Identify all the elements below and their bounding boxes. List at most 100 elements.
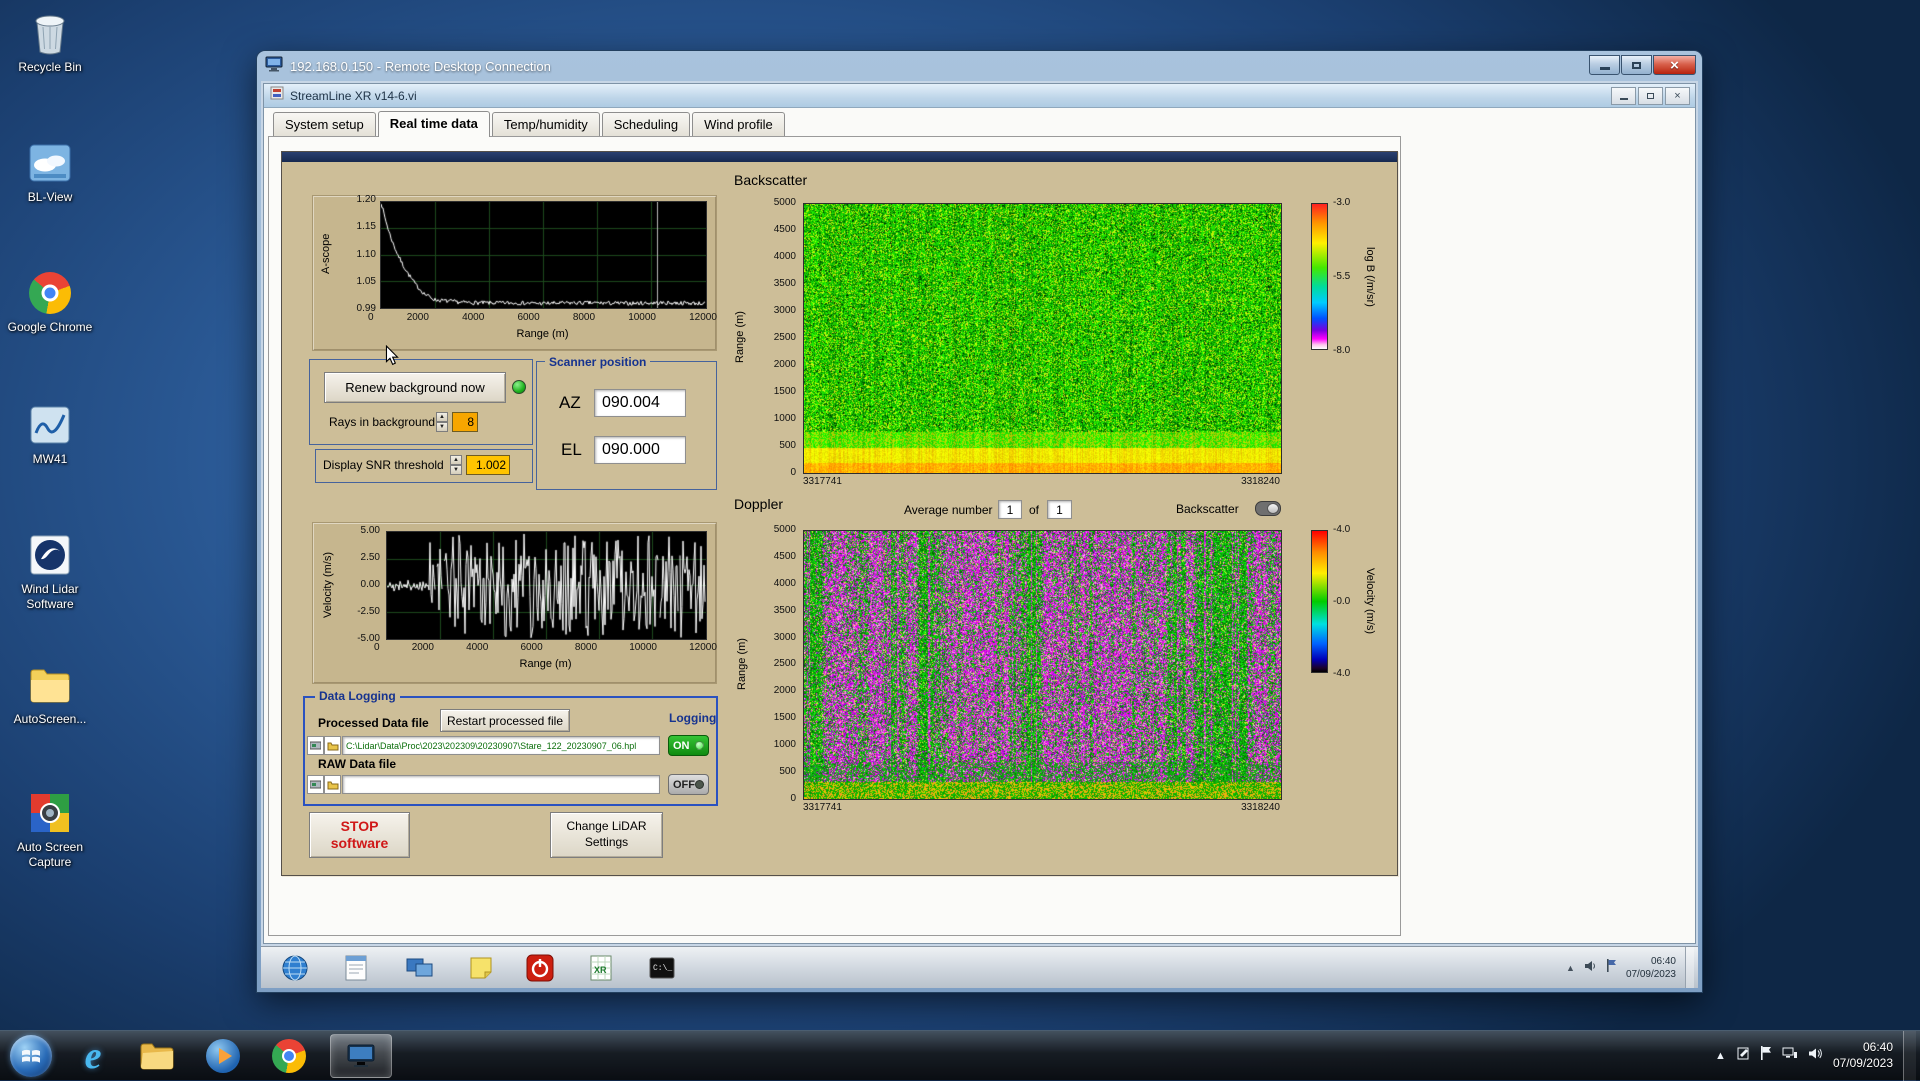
remote-taskbar-xr-app-icon[interactable]: XR	[585, 952, 617, 984]
tick-label: 0	[368, 312, 374, 323]
panel-header-strip	[282, 152, 1397, 162]
desktop-icon-mw41[interactable]: MW41	[0, 402, 100, 467]
tray-pen-icon[interactable]	[1736, 1046, 1750, 1065]
rdp-titlebar[interactable]: 192.168.0.150 - Remote Desktop Connectio…	[257, 51, 1702, 81]
backscatter-x-ticks: 33177413318240	[803, 476, 1280, 487]
tick-label: 3318240	[1241, 476, 1280, 487]
raw-path-type-icon[interactable]	[307, 775, 324, 794]
show-desktop-button[interactable]	[1903, 1031, 1916, 1081]
tick-label: 3500	[774, 605, 796, 616]
folder-icon	[27, 662, 73, 708]
processed-path-type-icon[interactable]	[307, 736, 324, 755]
tray-network-icon[interactable]	[1782, 1046, 1798, 1065]
raw-data-file-path[interactable]	[342, 775, 660, 794]
tray-flag-icon[interactable]	[1760, 1046, 1772, 1065]
host-taskbar: e ▲ 06:40 07/09/2023	[0, 1030, 1920, 1080]
tick-label: 4000	[462, 312, 484, 323]
rdp-taskbar-icon	[346, 1043, 376, 1069]
el-label: EL	[561, 440, 582, 460]
average-count-field[interactable]: 1	[1047, 500, 1072, 519]
desktop-icon-wind-lidar[interactable]: Wind Lidar Software	[0, 532, 100, 612]
stop-software-button[interactable]: STOPsoftware	[309, 812, 410, 858]
backscatter-colorbar	[1311, 203, 1328, 350]
remote-session: StreamLine XR v14-6.vi × System setup Re…	[261, 81, 1698, 988]
tick-label: 4500	[774, 224, 796, 235]
processed-path-browse-icon[interactable]	[324, 736, 341, 755]
tick-label: 2.50	[361, 552, 380, 563]
tab-scheduling[interactable]: Scheduling	[602, 112, 690, 136]
snr-spinner[interactable]: ▲▼	[450, 455, 462, 475]
tray-expand-icon[interactable]: ▲	[1715, 1050, 1726, 1062]
rdp-maximize-button[interactable]	[1621, 55, 1652, 75]
remote-tray-expand-icon[interactable]: ▲	[1566, 963, 1575, 973]
backscatter-title: Backscatter	[734, 172, 807, 188]
remote-taskbar-monitors-icon[interactable]	[404, 952, 436, 984]
az-value-field[interactable]: 090.004	[594, 389, 686, 417]
vi-close-button[interactable]: ×	[1665, 87, 1690, 105]
doppler-title: Doppler	[734, 496, 783, 512]
taskbar-chrome-icon[interactable]	[262, 1034, 316, 1078]
vi-window: StreamLine XR v14-6.vi × System setup Re…	[263, 83, 1696, 944]
scanner-position-box	[536, 361, 717, 490]
of-label: of	[1029, 503, 1039, 517]
velocity-y-ticks: 5.002.500.00-2.50-5.00	[342, 525, 380, 644]
vi-minimize-button[interactable]	[1611, 87, 1636, 105]
change-lidar-settings-button[interactable]: Change LiDARSettings	[550, 812, 663, 858]
remote-taskbar-browser-icon[interactable]	[279, 952, 311, 984]
backscatter-doppler-toggle[interactable]	[1255, 501, 1281, 516]
tray-volume-icon[interactable]	[1808, 1047, 1823, 1065]
backscatter-colorbar-label: log B (/m/sr)	[1362, 203, 1376, 350]
remote-taskbar-notepad-icon[interactable]	[340, 952, 372, 984]
tick-label: 2000	[774, 359, 796, 370]
remote-show-desktop[interactable]	[1685, 947, 1694, 989]
rdp-close-button[interactable]: ×	[1653, 55, 1696, 75]
tick-label: -4.0	[1333, 524, 1350, 535]
data-logging-title: Data Logging	[315, 689, 400, 703]
start-button[interactable]	[4, 1034, 58, 1078]
remote-taskbar-cmd-icon[interactable]: C:\_	[646, 952, 678, 984]
average-number-field[interactable]: 1	[998, 500, 1022, 519]
taskbar-media-player-icon[interactable]	[196, 1034, 250, 1078]
taskbar-ie-icon[interactable]: e	[66, 1034, 120, 1078]
snr-value-box[interactable]: 1.002	[466, 455, 510, 475]
rays-value-box[interactable]: 8	[452, 412, 478, 432]
remote-taskbar-notes-icon[interactable]	[465, 952, 497, 984]
desktop-icon-recycle-bin[interactable]: Recycle Bin	[0, 10, 100, 75]
desktop-icon-google-chrome[interactable]: Google Chrome	[0, 270, 100, 335]
velocity-x-ticks: 020004000600080001000012000	[374, 642, 717, 653]
taskbar-explorer-icon[interactable]	[130, 1034, 184, 1078]
tab-real-time-data[interactable]: Real time data	[378, 111, 490, 137]
remote-tray-volume-icon[interactable]	[1584, 959, 1597, 977]
front-panel: A-scope 1.201.151.101.050.99 02000400060…	[281, 151, 1398, 876]
desktop-icon-autoscreen[interactable]: AutoScreen...	[0, 662, 100, 727]
raw-data-file-label: RAW Data file	[318, 757, 396, 771]
remote-taskbar-power-app-icon[interactable]	[524, 952, 556, 984]
tab-temp-humidity[interactable]: Temp/humidity	[492, 112, 600, 136]
vi-titlebar[interactable]: StreamLine XR v14-6.vi ×	[264, 84, 1695, 108]
remote-clock[interactable]: 06:40 07/09/2023	[1626, 955, 1676, 981]
tick-label: 10000	[629, 642, 657, 653]
desktop-icon-bl-view[interactable]: BL-View	[0, 140, 100, 205]
chrome-icon	[272, 1039, 306, 1073]
tab-system-setup[interactable]: System setup	[273, 112, 376, 136]
rdp-minimize-button[interactable]	[1589, 55, 1620, 75]
renew-background-button[interactable]: Renew background now	[324, 372, 506, 403]
el-value-field[interactable]: 090.000	[594, 436, 686, 464]
restart-processed-file-button[interactable]: Restart processed file	[440, 709, 570, 732]
processed-logging-toggle[interactable]: ON	[668, 735, 709, 756]
a-scope-plot	[380, 201, 707, 309]
rays-spinner[interactable]: ▲▼	[436, 412, 448, 432]
taskbar-rdp-app[interactable]	[330, 1034, 392, 1078]
tab-wind-profile[interactable]: Wind profile	[692, 112, 785, 136]
raw-path-browse-icon[interactable]	[324, 775, 341, 794]
desktop-icon-auto-screen-capture[interactable]: Auto Screen Capture	[0, 790, 100, 870]
raw-logging-toggle[interactable]: OFF	[668, 774, 709, 795]
tick-label: 4000	[774, 578, 796, 589]
tick-label: 12000	[689, 642, 717, 653]
processed-data-file-path[interactable]: C:\Lidar\Data\Proc\2023\202309\20230907\…	[342, 736, 660, 755]
tick-label: 0	[374, 642, 380, 653]
vi-restore-button[interactable]	[1638, 87, 1663, 105]
host-clock[interactable]: 06:40 07/09/2023	[1833, 1040, 1893, 1071]
internet-explorer-icon: e	[85, 1034, 102, 1078]
remote-tray-flag-icon[interactable]	[1606, 959, 1617, 977]
